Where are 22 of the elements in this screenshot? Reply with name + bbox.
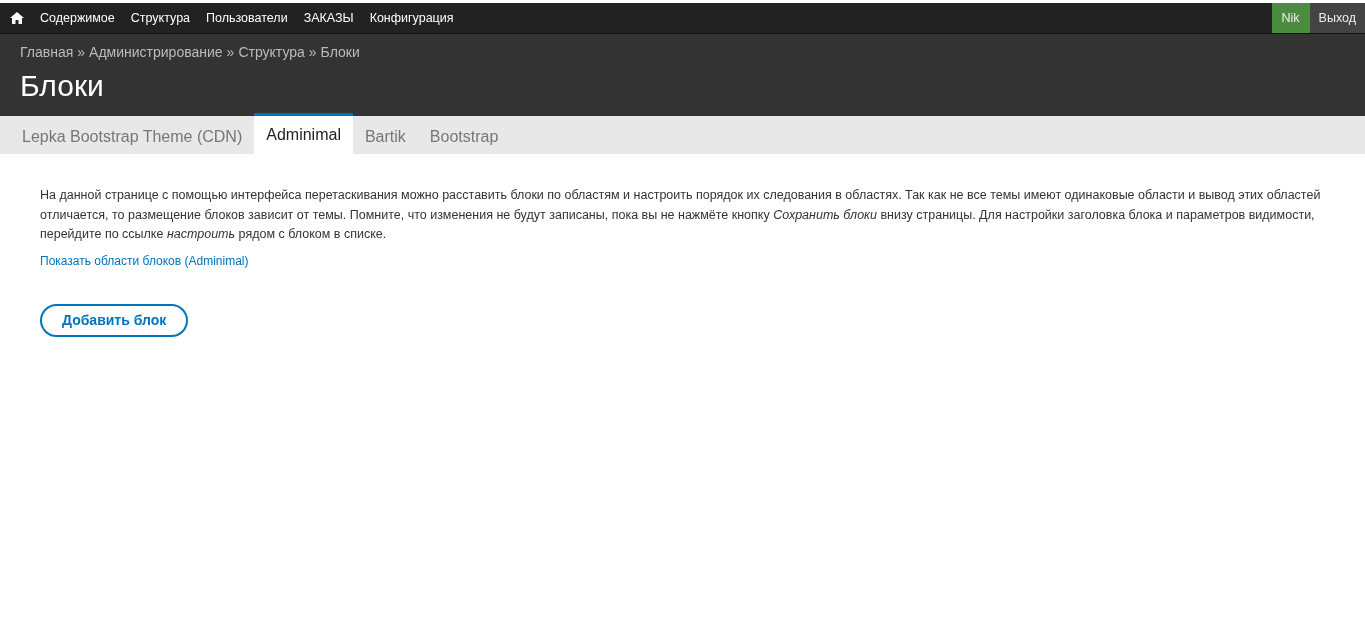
breadcrumb-separator: » [77,44,86,60]
demo-regions-link[interactable]: Показать области блоков (Adminimal) [40,253,249,268]
page-title: Блоки [20,68,105,104]
toolbar-menu-item[interactable]: ЗАКАЗЫ [295,3,362,33]
breadcrumb-separator: » [308,44,317,60]
toolbar-menu-item[interactable]: Структура [122,3,199,33]
breadcrumb-link[interactable]: Блоки [320,44,360,60]
theme-tab[interactable]: Bootstrap [417,116,511,154]
logout-link[interactable]: Выход [1309,3,1365,33]
breadcrumb-link[interactable]: Главная [20,44,74,60]
user-link[interactable]: Nik [1271,3,1310,33]
theme-tab[interactable]: Bartik [352,116,418,154]
add-block-button[interactable]: Добавить блок [40,303,189,337]
toolbar-menu-item[interactable]: Содержимое [32,3,123,33]
breadcrumb-separator: » [226,44,235,60]
description-text: На данной странице с помощью интерфейса перетаскивания можно расставить блоки по областям и настроить порядок их следования в областях. Так как не все темы имеют одинаковые области и вывод этих областей отличается, то размещение блоков зависит от темы. Помните, что изменения не будут записаны, пока вы не нажмёте кнопку Сохранить блоки внизу страницы. Для настройки заголовка блока и параметров видимости, перейдите по ссылке настроить рядом с блоком в списке. [40,187,1322,243]
theme-tab[interactable]: Adminimal [254,113,353,154]
theme-tab[interactable]: Lepka Bootstrap Theme (CDN) [10,116,255,154]
toolbar-menu-item[interactable]: Пользователи [198,3,296,33]
toolbar-menu-item[interactable]: Конфигурация [361,3,462,33]
breadcrumb-link[interactable]: Администрирование [89,44,223,60]
breadcrumb-link[interactable]: Структура [238,44,305,60]
